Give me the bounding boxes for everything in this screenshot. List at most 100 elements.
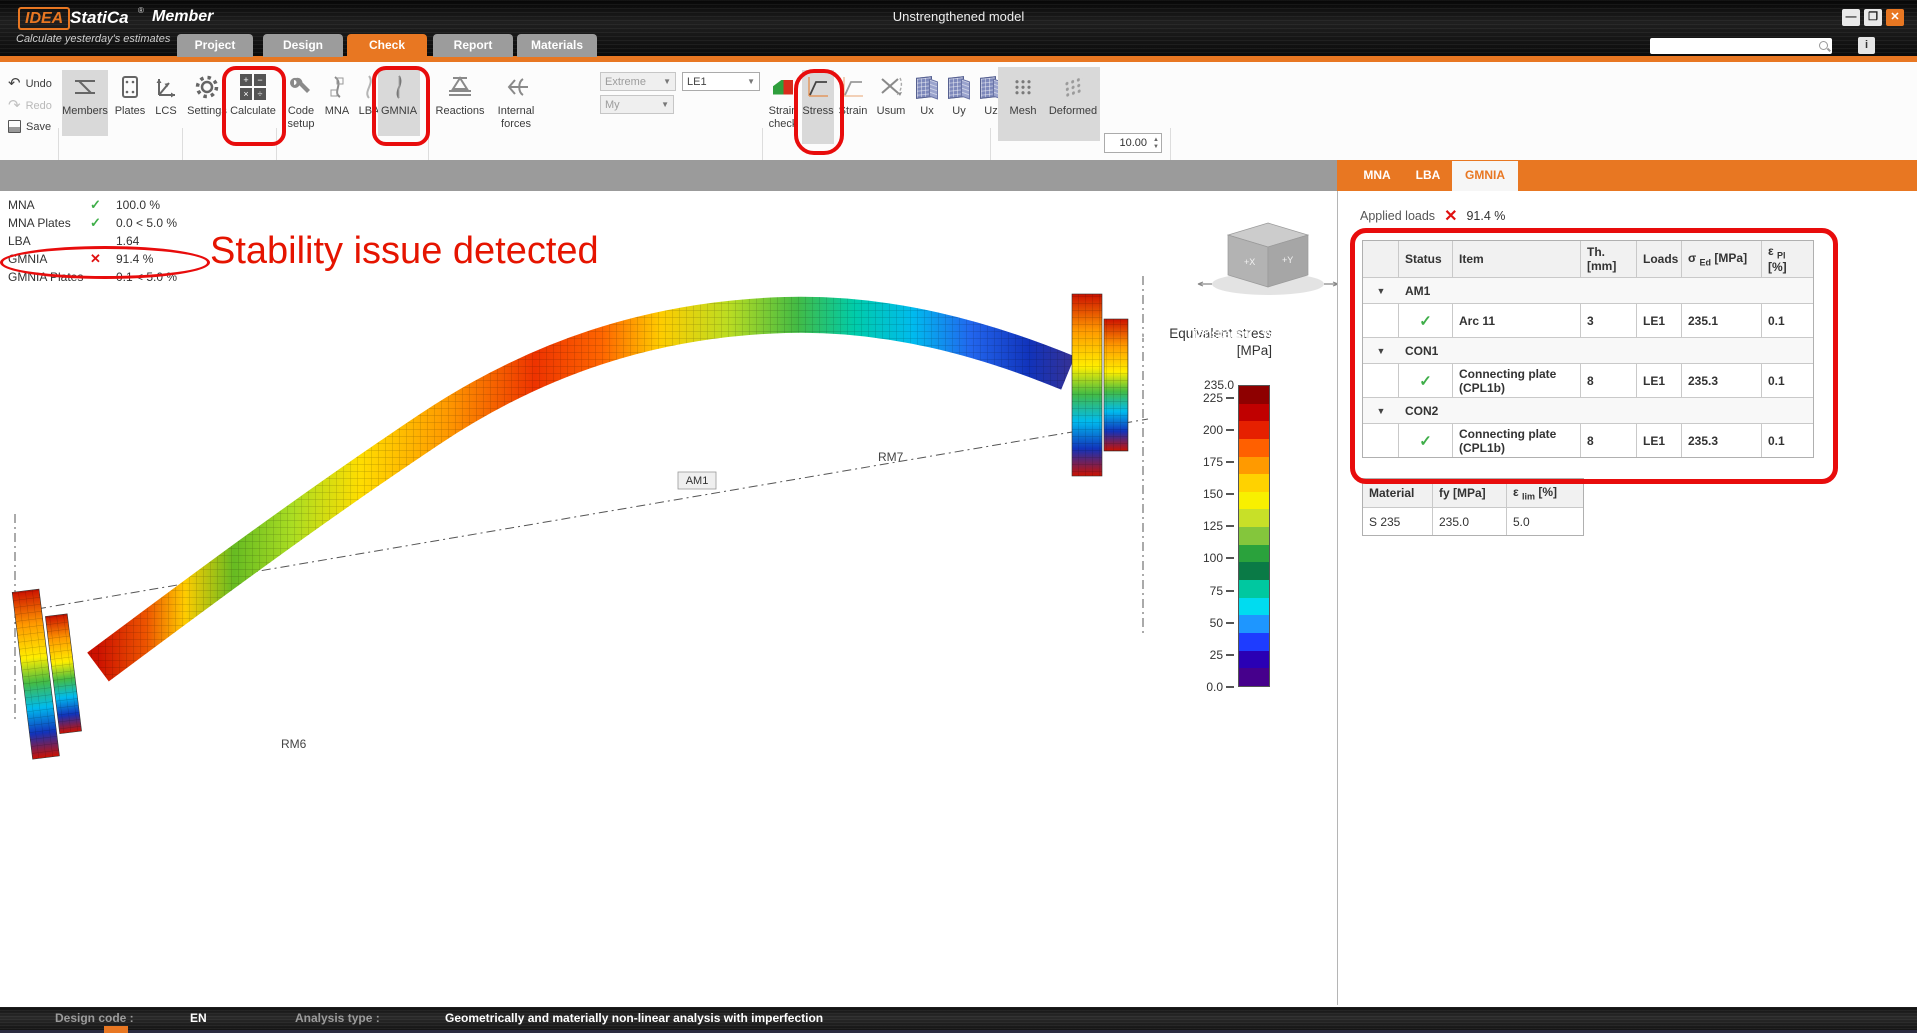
colorbar-tick: 100 bbox=[1163, 551, 1234, 565]
tab-mna[interactable]: MNA bbox=[1350, 160, 1404, 191]
lba-icon bbox=[362, 72, 376, 102]
maximize-button[interactable]: ❐ bbox=[1864, 9, 1882, 26]
redo-icon: ↷ bbox=[8, 98, 21, 113]
minimize-button[interactable]: — bbox=[1842, 9, 1860, 26]
stress-button[interactable]: Stress bbox=[802, 70, 834, 144]
member-label-rm7[interactable]: RM7 bbox=[878, 450, 904, 464]
gmnia-button[interactable]: GMNIA bbox=[378, 70, 420, 136]
close-button[interactable]: ✕ bbox=[1886, 9, 1904, 26]
view-mode-transparent[interactable]: Transparent bbox=[1186, 327, 1253, 341]
deformed-scale-stepper[interactable]: 10.00 ▲ ▼ bbox=[1104, 133, 1162, 153]
undo-button[interactable]: ↶Undo bbox=[8, 76, 52, 91]
reactions-icon bbox=[445, 72, 475, 102]
analysis-type-label: Analysis type : bbox=[295, 1011, 380, 1025]
gear-icon bbox=[194, 72, 220, 102]
settings-button[interactable]: Settings bbox=[186, 70, 228, 136]
internal-forces-button[interactable]: Internal forces bbox=[488, 70, 544, 136]
load-case-dropdown[interactable]: LE1▼ bbox=[682, 72, 760, 91]
wrench-icon bbox=[289, 72, 313, 102]
fail-icon: ✕ bbox=[1444, 206, 1457, 226]
strain-button[interactable]: Strain bbox=[836, 70, 870, 144]
tab-project[interactable]: Project bbox=[177, 34, 253, 57]
mna-button[interactable]: MNA bbox=[322, 70, 352, 136]
cube-x-face-label: +X bbox=[1244, 257, 1255, 267]
colorbar-tick: 25 bbox=[1163, 648, 1234, 662]
status-bar: Design code : EN Analysis type : Geometr… bbox=[0, 1007, 1917, 1030]
tab-materials[interactable]: Materials bbox=[517, 34, 597, 57]
component-dropdown[interactable]: My▼ bbox=[600, 95, 674, 114]
calculator-icon: +−×÷ bbox=[240, 72, 266, 102]
usum-icon bbox=[878, 72, 904, 102]
taskbar-accent bbox=[104, 1026, 128, 1033]
save-icon bbox=[8, 120, 21, 133]
search-input[interactable] bbox=[1650, 38, 1832, 54]
model-viewport[interactable]: +X +Y AM1 RM7 RM6 bbox=[0, 191, 1337, 1005]
deformed-toggle-button[interactable]: Deformed bbox=[1046, 70, 1100, 140]
tab-report[interactable]: Report bbox=[433, 34, 513, 57]
brand-tagline: Calculate yesterday's estimates bbox=[16, 33, 170, 45]
tab-check[interactable]: Check bbox=[347, 34, 427, 57]
mesh-toggle-button[interactable]: Mesh bbox=[1002, 70, 1044, 140]
view-toolbar: Solid Transparent Wireframe bbox=[0, 160, 1337, 191]
view-mode-wireframe[interactable]: Wireframe bbox=[1262, 327, 1320, 341]
colorbar-tick: 175 bbox=[1163, 455, 1234, 469]
summary-row: MNA✓100.0 % bbox=[8, 196, 268, 214]
colorbar-tick: 200 bbox=[1163, 423, 1234, 437]
app-title: Member bbox=[152, 8, 213, 26]
info-button[interactable]: i bbox=[1858, 37, 1875, 54]
save-button[interactable]: Save bbox=[8, 120, 51, 133]
annotation-ring-results-table bbox=[1350, 228, 1838, 484]
calculate-button[interactable]: +−×÷ Calculate bbox=[230, 70, 276, 136]
lcs-icon bbox=[153, 72, 179, 102]
colorbar-tick: 75 bbox=[1163, 584, 1234, 598]
strain-icon bbox=[841, 72, 865, 102]
annotation-ellipse-gmnia bbox=[0, 246, 210, 279]
ribbon: ↶Undo ↷Redo Save Data Members Plates LCS… bbox=[0, 62, 1917, 161]
statica-logo: StatiCa bbox=[70, 8, 129, 28]
member-label-rm6[interactable]: RM6 bbox=[281, 737, 307, 751]
internal-forces-icon bbox=[501, 72, 531, 102]
plates-button[interactable]: Plates bbox=[112, 70, 148, 136]
mna-icon bbox=[328, 72, 346, 102]
reactions-button[interactable]: Reactions bbox=[434, 70, 486, 136]
design-code-label: Design code : bbox=[55, 1011, 134, 1025]
chevron-down-icon: ▼ bbox=[663, 77, 671, 86]
orientation-cube[interactable]: +X +Y bbox=[1198, 223, 1337, 295]
chevron-down-icon: ▼ bbox=[747, 77, 755, 86]
table-row: S 235235.05.0 bbox=[1363, 507, 1583, 535]
ux-button[interactable]: Ux bbox=[912, 70, 942, 144]
extreme-dropdown[interactable]: Extreme▼ bbox=[600, 72, 676, 91]
tab-design[interactable]: Design bbox=[263, 34, 343, 57]
colorbar-ticks: 235.02252001751501251007550250.0 bbox=[1146, 385, 1234, 687]
colorbar-tick: 50 bbox=[1163, 616, 1234, 630]
idea-statica-member-window: IDEA StatiCa ® Member Calculate yesterda… bbox=[0, 0, 1917, 1033]
chevron-down-icon: ▼ bbox=[661, 100, 669, 109]
colorbar-tick: 0.0 bbox=[1163, 680, 1234, 694]
lcs-button[interactable]: LCS bbox=[148, 70, 184, 136]
document-title: Unstrengthened model bbox=[0, 9, 1917, 24]
code-setup-button[interactable]: Code setup bbox=[280, 70, 322, 136]
table-cell: 235.0 bbox=[1433, 507, 1507, 535]
colorbar-tick: 125 bbox=[1163, 519, 1234, 533]
members-icon bbox=[72, 72, 98, 102]
view-mode-solid[interactable]: Solid bbox=[1140, 327, 1168, 341]
strain-check-icon bbox=[773, 72, 793, 102]
stepper-down-icon[interactable]: ▼ bbox=[1153, 144, 1159, 150]
uy-button[interactable]: Uy bbox=[944, 70, 974, 144]
idea-logo: IDEA bbox=[18, 7, 70, 30]
plates-icon bbox=[121, 72, 139, 102]
stepper-up-icon[interactable]: ▲ bbox=[1153, 137, 1159, 143]
ux-icon bbox=[916, 72, 938, 102]
tab-gmnia[interactable]: GMNIA bbox=[1452, 161, 1518, 191]
table-cell: S 235 bbox=[1363, 507, 1433, 535]
material-table: Materialfy [MPa]ε lim [%]S 235235.05.0 bbox=[1362, 478, 1584, 536]
tab-lba[interactable]: LBA bbox=[1404, 160, 1452, 191]
redo-button[interactable]: ↷Redo bbox=[8, 98, 52, 113]
usum-button[interactable]: Usum bbox=[872, 70, 910, 144]
members-button[interactable]: Members bbox=[62, 70, 108, 136]
table-cell: 5.0 bbox=[1507, 507, 1583, 535]
colorbar-tick: 150 bbox=[1163, 487, 1234, 501]
strain-check-button[interactable]: Strain check bbox=[764, 70, 802, 144]
analysis-type-value: Geometrically and materially non-linear … bbox=[445, 1011, 823, 1025]
member-label-am1[interactable]: AM1 bbox=[678, 472, 716, 489]
